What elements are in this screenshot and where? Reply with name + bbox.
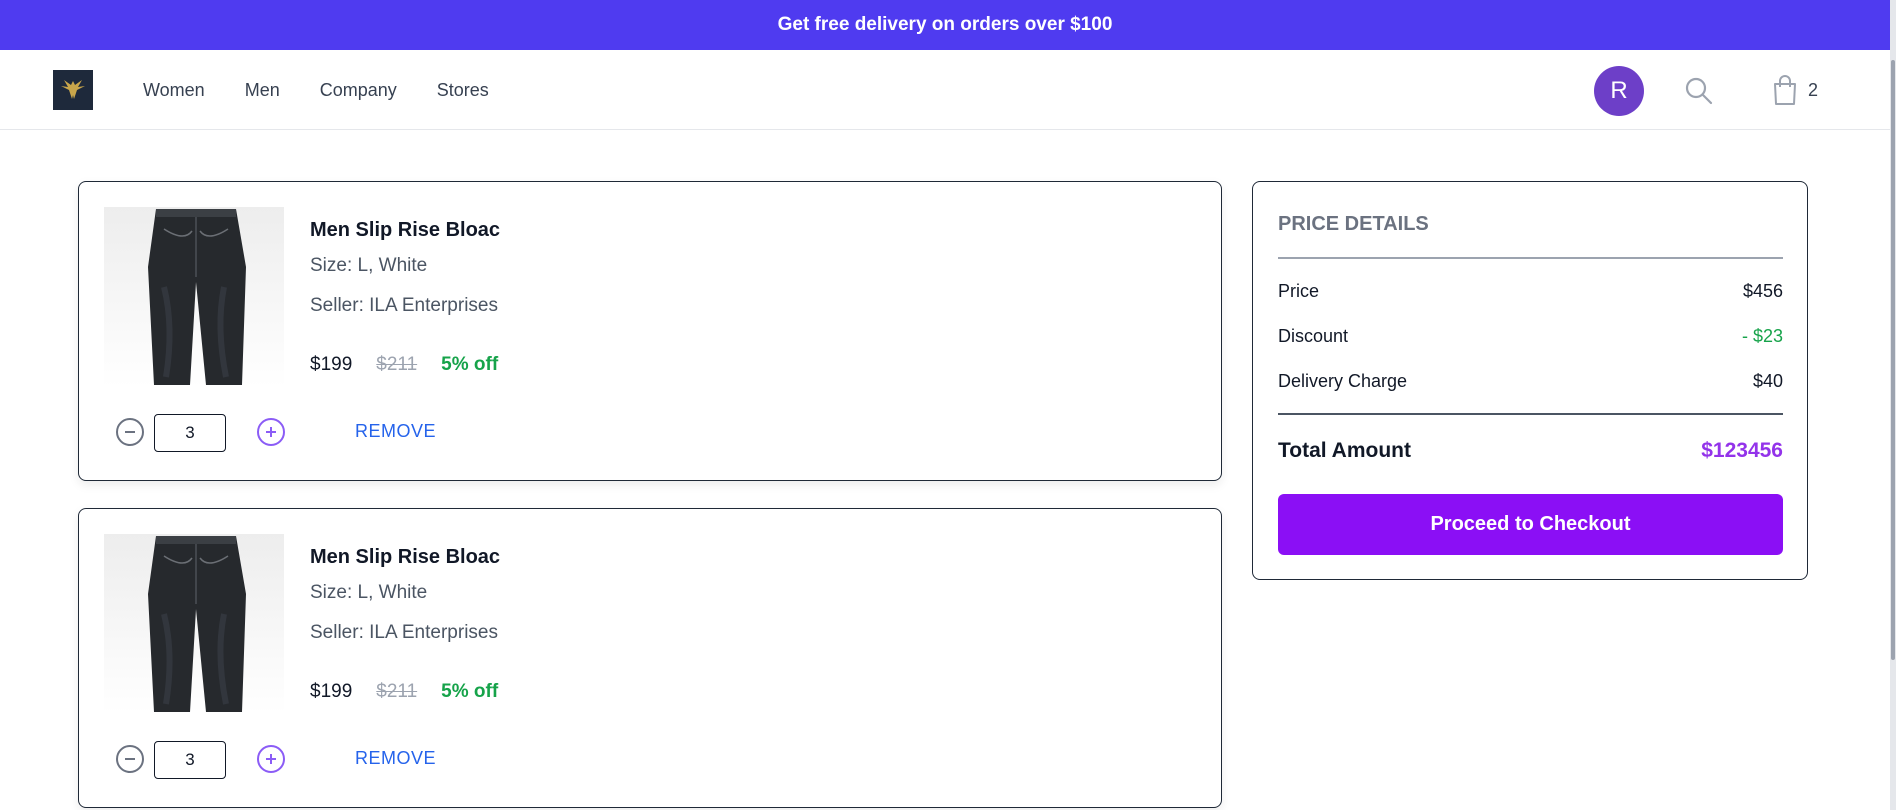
quantity-input[interactable] [154, 414, 226, 452]
main-nav: Women Men Company Stores [143, 50, 489, 130]
product-seller: Seller: ILA Enterprises [310, 295, 498, 316]
divider [1278, 413, 1783, 415]
product-discount: 5% off [441, 681, 499, 702]
cart-item: Men Slip Rise Bloac Size: L, White Selle… [78, 508, 1222, 808]
price-row-summary: Price $456 [1278, 281, 1783, 302]
checkout-button[interactable]: Proceed to Checkout [1278, 494, 1783, 555]
cart-count: 2 [1808, 80, 1819, 100]
promo-banner: Get free delivery on orders over $100 [0, 0, 1890, 50]
product-original-price: $211 [376, 681, 418, 702]
discount-value: - $23 [1741, 326, 1783, 346]
avatar[interactable]: R [1594, 66, 1644, 116]
price-row: $199 $211 5% off [310, 681, 498, 703]
total-row: Total Amount $123456 [1278, 439, 1783, 463]
minus-icon[interactable] [116, 418, 144, 446]
product-original-price: $211 [376, 354, 418, 375]
price-details-title: PRICE DETAILS [1278, 213, 1429, 235]
discount-row: Discount - $23 [1278, 326, 1783, 347]
delivery-label: Delivery Charge [1278, 371, 1408, 391]
price-details-panel: PRICE DETAILS Price $456 Discount - $23 … [1252, 181, 1808, 580]
product-price: $199 [310, 681, 353, 702]
delivery-row: Delivery Charge $40 [1278, 371, 1783, 392]
price-row: $199 $211 5% off [310, 354, 498, 376]
product-name[interactable]: Men Slip Rise Bloac [310, 546, 500, 569]
total-label: Total Amount [1278, 439, 1411, 462]
product-size: Size: L, White [310, 255, 428, 276]
price-label: Price [1278, 281, 1320, 301]
product-price: $199 [310, 354, 353, 375]
plus-icon[interactable] [257, 745, 285, 773]
shopping-bag-icon[interactable] [1770, 74, 1800, 106]
product-size: Size: L, White [310, 582, 428, 603]
quantity-input[interactable] [154, 741, 226, 779]
nav-link-stores[interactable]: Stores [437, 80, 489, 101]
scrollbar[interactable] [1890, 0, 1896, 810]
nav-link-men[interactable]: Men [245, 80, 280, 101]
avatar-initial: R [1610, 77, 1628, 104]
promo-text: Get free delivery on orders over $100 [777, 14, 1113, 35]
nav-link-company[interactable]: Company [320, 80, 397, 101]
plus-icon[interactable] [257, 418, 285, 446]
cart-item: Men Slip Rise Bloac Size: L, White Selle… [78, 181, 1222, 481]
site-header: Women Men Company Stores R 2 [0, 50, 1890, 130]
remove-button[interactable]: REMOVE [355, 748, 436, 769]
divider [1278, 257, 1783, 259]
product-discount: 5% off [441, 354, 499, 375]
product-image[interactable] [104, 207, 284, 387]
product-seller: Seller: ILA Enterprises [310, 622, 498, 643]
scrollbar-thumb[interactable] [1891, 60, 1895, 660]
remove-button[interactable]: REMOVE [355, 421, 436, 442]
search-icon[interactable] [1684, 76, 1714, 106]
brand-logo-icon[interactable] [53, 70, 93, 110]
minus-icon[interactable] [116, 745, 144, 773]
product-image[interactable] [104, 534, 284, 714]
price-value: $456 [1742, 281, 1783, 301]
delivery-value: $40 [1752, 371, 1783, 391]
discount-label: Discount [1278, 326, 1349, 346]
nav-link-women[interactable]: Women [143, 80, 205, 101]
product-name[interactable]: Men Slip Rise Bloac [310, 219, 500, 242]
total-value: $123456 [1701, 439, 1783, 462]
